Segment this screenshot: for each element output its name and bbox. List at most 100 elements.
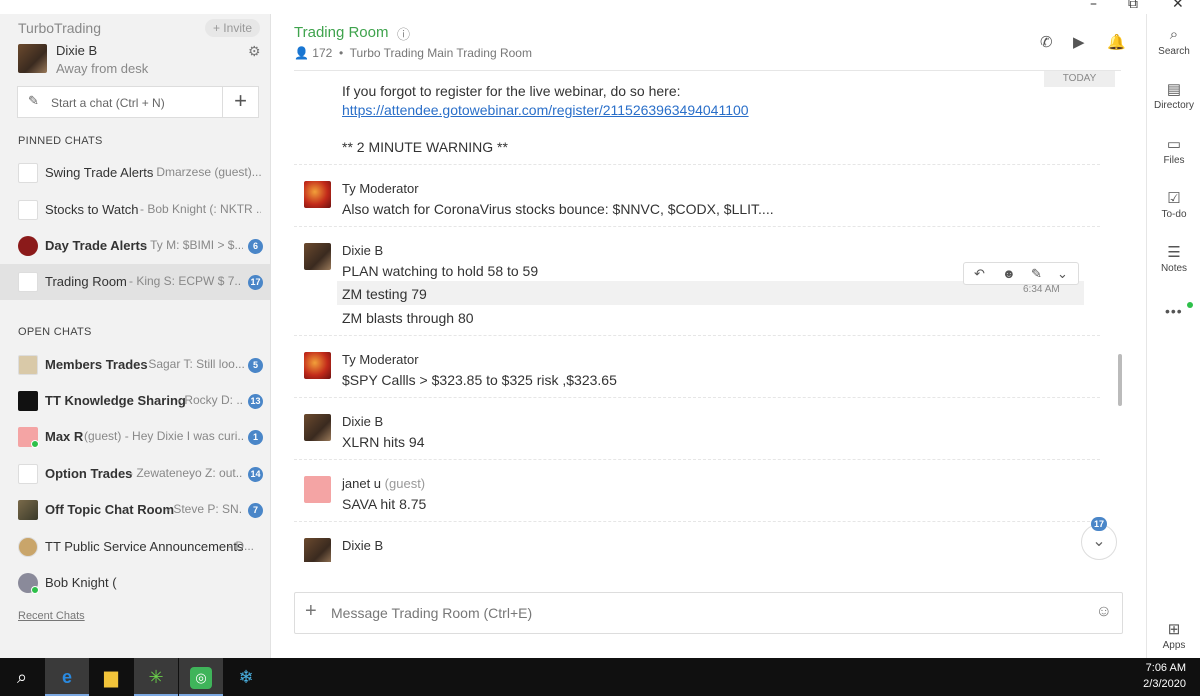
chat-preview: - Sagar T: Still loo...	[141, 357, 244, 371]
emoji-icon[interactable]: ☻	[1002, 266, 1016, 281]
seal-logo-icon	[18, 537, 38, 557]
rail-apps[interactable]: ⊞ Apps	[1147, 620, 1200, 651]
rail-todo[interactable]: ☑ To-do	[1147, 189, 1200, 220]
chat-item-swing-trade-alerts[interactable]: Swing Trade Alerts - Dmarzese (guest)...	[0, 155, 271, 191]
chat-item-off-topic-chat-room[interactable]: Off Topic Chat Room - Steve P: SN... 7	[0, 492, 271, 528]
chat-name: Trading Room	[45, 274, 127, 289]
avatar[interactable]	[304, 352, 331, 379]
rail-notes[interactable]: ☰ Notes	[1147, 243, 1200, 274]
chat-preview: - Steve P: SN...	[166, 502, 243, 516]
invite-button[interactable]: + Invite	[204, 19, 260, 37]
clock-time: 7:06 AM	[1145, 662, 1186, 674]
guest-tag: (guest)	[84, 429, 122, 443]
avatar[interactable]	[304, 538, 331, 565]
message-text: $SPY Callls > $323.85 to $325 risk ,$323…	[342, 372, 617, 388]
more-options-icon[interactable]: ⌄	[1057, 266, 1068, 282]
attach-icon[interactable]: +	[305, 600, 317, 623]
scrollbar[interactable]	[1118, 354, 1122, 406]
chat-preview: (guest) - Hey Dixie I was curi...	[84, 429, 244, 443]
emoji-icon[interactable]: ☺	[1096, 603, 1112, 621]
chat-name: Max R	[45, 429, 84, 444]
close-button[interactable]: ✕	[1172, 0, 1184, 12]
rail-label: Apps	[1162, 640, 1186, 651]
video-icon[interactable]: ▶	[1073, 33, 1085, 51]
chat-item-day-trade-alerts[interactable]: Day Trade Alerts - Ty M: $BIMI > $... 6	[0, 228, 271, 264]
chat-item-tt-public-service-announcements[interactable]: TT Public Service Announcements - D...	[0, 529, 271, 565]
restore-button[interactable]: ⧉	[1128, 0, 1138, 12]
avatar[interactable]	[18, 44, 47, 73]
chat-name: TT Public Service Announcements	[45, 539, 244, 554]
chat-app-icon[interactable]: ◎	[179, 658, 223, 696]
more-icon[interactable]: •••	[1165, 303, 1183, 319]
sidebar: TurboTrading + Invite Dixie B Away from …	[0, 14, 271, 658]
message-divider	[294, 397, 1100, 398]
clock[interactable]: 7:06 AM 2/3/2020	[1143, 660, 1186, 692]
chat-item-stocks-to-watch[interactable]: Stocks to Watch - Bob Knight (: NKTR ...	[0, 192, 271, 228]
trading-app-icon[interactable]: ✳	[134, 658, 178, 696]
chat-name: Off Topic Chat Room	[45, 502, 175, 517]
member-count[interactable]: 172	[312, 46, 332, 60]
avatar[interactable]	[304, 476, 331, 503]
new-chat-button[interactable]: +	[222, 87, 258, 117]
message-divider	[294, 521, 1100, 522]
gear-icon[interactable]: ⚙	[248, 43, 261, 60]
chat-preview: - Rocky D: ...	[177, 393, 243, 407]
rail-files[interactable]: ▭ Files	[1147, 135, 1200, 166]
user-status[interactable]: Away from desk	[56, 61, 148, 76]
phone-icon[interactable]: ✆	[1040, 33, 1053, 51]
apps-icon: ⊞	[1167, 621, 1181, 638]
message-text: ** 2 MINUTE WARNING **	[342, 139, 508, 155]
knowledge-logo-icon	[18, 391, 38, 411]
snowflake-app-icon[interactable]: ❄	[224, 658, 268, 696]
search-icon: ⌕	[1169, 26, 1179, 43]
message-placeholder: Message Trading Room (Ctrl+E)	[331, 605, 533, 621]
chat-item-trading-room[interactable]: Trading Room - King S: ECPW $ 7.... 17	[0, 264, 271, 300]
message-author[interactable]: janet u (guest)	[342, 476, 425, 491]
rail-label: To-do	[1161, 209, 1187, 220]
reply-icon[interactable]: ↶	[974, 266, 985, 282]
chat-item-option-trades[interactable]: Option Trades - Zewateneyo Z: out... 14	[0, 456, 271, 492]
message-actions: ↶ ☻ ✎ ⌄	[963, 262, 1079, 285]
unread-badge: 7	[248, 503, 263, 518]
rail-search[interactable]: ⌕ Search	[1147, 26, 1200, 57]
chat-item-bob-knight[interactable]: Bob Knight (	[0, 565, 271, 601]
webinar-link[interactable]: https://attendee.gotowebinar.com/registe…	[342, 102, 749, 118]
avatar[interactable]	[304, 243, 331, 270]
rail-directory[interactable]: ▤ Directory	[1147, 80, 1200, 111]
avatar[interactable]	[304, 181, 331, 208]
minimize-button[interactable]: –	[1090, 0, 1097, 12]
search-icon[interactable]: ⌕	[0, 658, 44, 696]
message-author[interactable]: Ty Moderator	[342, 181, 419, 196]
chat-preview-text: - Hey Dixie I was curi...	[124, 429, 244, 443]
rail-label: Files	[1163, 155, 1185, 166]
recent-chats-link[interactable]: Recent Chats	[18, 610, 85, 622]
chat-item-members-trades[interactable]: Members Trades - Sagar T: Still loo... 5	[0, 347, 271, 383]
unread-badge: 13	[248, 394, 263, 409]
team-name[interactable]: TurboTrading	[18, 20, 101, 36]
message-text: Also watch for CoronaVirus stocks bounce…	[342, 201, 774, 217]
file-explorer-icon[interactable]: ▆	[89, 658, 133, 696]
author-name[interactable]: janet u	[342, 476, 381, 491]
turbo-logo-icon	[18, 163, 38, 183]
chat-preview: - King S: ECPW $ 7....	[129, 274, 241, 288]
message-author[interactable]: Dixie B	[342, 538, 383, 553]
taskbar: ⌕ e ▆ ✳ ◎ ❄ 7:06 AM 2/3/2020	[0, 658, 1200, 696]
avatar[interactable]	[304, 414, 331, 441]
message-input[interactable]: + Message Trading Room (Ctrl+E) ☺	[294, 592, 1123, 634]
start-chat-field[interactable]: ✎ Start a chat (Ctrl + N) +	[17, 86, 259, 118]
pinned-chats-label: PINNED CHATS	[18, 135, 103, 147]
unread-badge: 17	[1091, 517, 1107, 531]
edit-icon[interactable]: ✎	[1031, 266, 1042, 282]
chat-item-tt-knowledge-sharing[interactable]: TT Knowledge Sharing - Rocky D: ... 13	[0, 383, 271, 419]
edge-icon[interactable]: e	[45, 658, 89, 696]
info-icon[interactable]: ⓘ	[397, 24, 410, 43]
chat-item-max-r[interactable]: Max R (guest) - Hey Dixie I was curi... …	[0, 419, 271, 455]
message-list-fade	[294, 562, 1120, 590]
message-author[interactable]: Ty Moderator	[342, 352, 419, 367]
user-name[interactable]: Dixie B	[56, 43, 97, 58]
members-icon[interactable]: 👤	[294, 46, 309, 60]
bell-icon[interactable]: 🔔	[1107, 33, 1126, 51]
message-author[interactable]: Dixie B	[342, 243, 383, 258]
message-author[interactable]: Dixie B	[342, 414, 383, 429]
files-icon: ▭	[1166, 136, 1182, 153]
